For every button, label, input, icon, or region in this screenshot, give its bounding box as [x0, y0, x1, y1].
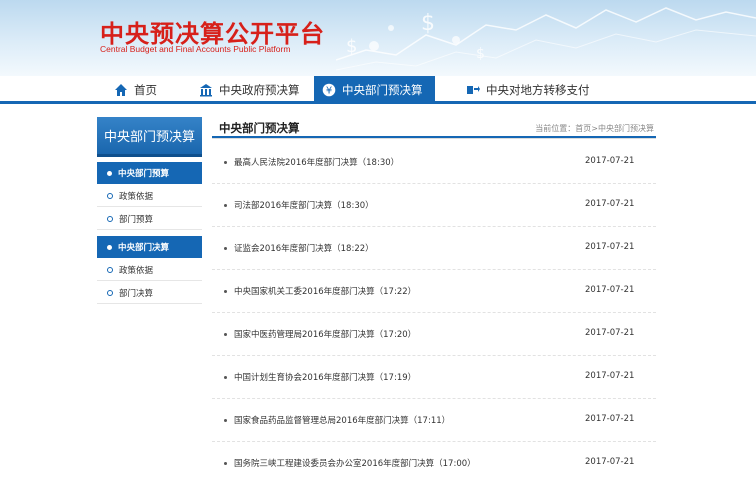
list-item-link[interactable]: 中国计划生育协会2016年度部门决算（17:19） [234, 371, 416, 383]
list-item-date: 2017-07-21 [585, 457, 635, 467]
sidebar-item-department-budget[interactable]: 部门预算 [97, 208, 202, 230]
list-item-link[interactable]: 司法部2016年度部门决算（18:30） [234, 199, 374, 211]
sidebar-group-department-final-accounts[interactable]: 中央部门决算 [97, 236, 202, 258]
bullet-icon [224, 333, 227, 336]
list-item: 证监会2016年度部门决算（18:22） 2017-07-21 [212, 227, 656, 270]
title-divider-shadow [212, 138, 656, 139]
sidebar-item-label: 政策依据 [119, 191, 154, 202]
bullet-icon [224, 247, 227, 250]
sidebar-group-label: 中央部门决算 [118, 243, 170, 253]
breadcrumb: 当前位置：首页>中央部门预决算 [535, 124, 654, 133]
list-item: 司法部2016年度部门决算（18:30） 2017-07-21 [212, 184, 656, 227]
list-item: 最高人民法院2016年度部门决算（18:30） 2017-07-21 [212, 141, 656, 184]
sidebar-item-policy-basis[interactable]: 政策依据 [97, 259, 202, 281]
sidebar-title: 中央部门预决算 [97, 117, 202, 157]
sidebar-item-policy-basis[interactable]: 政策依据 [97, 185, 202, 207]
building-icon [200, 84, 212, 97]
bullet-icon [107, 244, 112, 250]
bullet-icon [224, 462, 227, 465]
list-item: 国务院三峡工程建设委员会办公室2016年度部门决算（17:00） 2017-07… [212, 442, 656, 477]
nav-item-home[interactable]: 首页 [106, 76, 165, 104]
bullet-icon [224, 204, 227, 207]
svg-text:$: $ [421, 11, 435, 36]
bullet-icon [107, 170, 112, 176]
nav-item-label: 中央政府预决算 [219, 83, 300, 97]
list-item-date: 2017-07-21 [585, 328, 635, 338]
svg-text:$: $ [346, 36, 357, 57]
main-nav: 首页 中央政府预决算 ¥ 中央部门预决算 中央对地方转移支付 [0, 76, 756, 104]
nav-item-label: 中央对地方转移支付 [486, 83, 590, 97]
nav-item-transfer-payments[interactable]: 中央对地方转移支付 [458, 76, 598, 104]
list-item: 中央国家机关工委2016年度部门决算（17:22） 2017-07-21 [212, 270, 656, 313]
sidebar-group-department-budget[interactable]: 中央部门预算 [97, 162, 202, 184]
list-item-date: 2017-07-21 [585, 371, 635, 381]
nav-item-label: 中央部门预决算 [342, 83, 423, 97]
list-item-link[interactable]: 国务院三峡工程建设委员会办公室2016年度部门决算（17:00） [234, 457, 476, 469]
sidebar-group-label: 中央部门预算 [118, 169, 170, 179]
list-item: 国家食品药品监督管理总局2016年度部门决算（17:11） 2017-07-21 [212, 399, 656, 442]
home-icon [115, 84, 127, 96]
sidebar-item-label: 部门预算 [119, 214, 154, 225]
list-item-date: 2017-07-21 [585, 414, 635, 424]
bullet-icon [224, 161, 227, 164]
list-item-date: 2017-07-21 [585, 285, 635, 295]
circle-bullet-icon [107, 215, 113, 222]
svg-text:¥: ¥ [326, 86, 332, 97]
bullet-icon [224, 376, 227, 379]
list-item-link[interactable]: 国家食品药品监督管理总局2016年度部门决算（17:11） [234, 414, 450, 426]
list-item-link[interactable]: 证监会2016年度部门决算（18:22） [234, 242, 374, 254]
list-item: 中国计划生育协会2016年度部门决算（17:19） 2017-07-21 [212, 356, 656, 399]
site-header: $ $ $ 中央预决算公开平台 Central Budget and Final… [0, 0, 756, 76]
circle-bullet-icon [107, 289, 113, 296]
transfer-icon [467, 86, 480, 94]
page-title: 中央部门预决算 [219, 121, 300, 135]
sidebar-item-label: 部门决算 [119, 288, 154, 299]
nav-item-central-departments[interactable]: ¥ 中央部门预决算 [314, 76, 435, 104]
circle-bullet-icon [107, 192, 113, 199]
bullet-icon [224, 290, 227, 293]
list-item-link[interactable]: 最高人民法院2016年度部门决算（18:30） [234, 156, 399, 168]
svg-text:$: $ [476, 46, 485, 62]
list-item-date: 2017-07-21 [585, 199, 635, 209]
list-item-link[interactable]: 中央国家机关工委2016年度部门决算（17:22） [234, 285, 416, 297]
site-logo-subtitle: Central Budget and Final Accounts Public… [100, 44, 291, 54]
sidebar-item-label: 政策依据 [119, 265, 154, 276]
list-item-link[interactable]: 国家中医药管理局2016年度部门决算（17:20） [234, 328, 416, 340]
circle-bullet-icon [107, 266, 113, 273]
sidebar-item-department-final-accounts[interactable]: 部门决算 [97, 282, 202, 304]
nav-item-central-government[interactable]: 中央政府预决算 [191, 76, 308, 104]
list-item-date: 2017-07-21 [585, 156, 635, 166]
skyline-decoration-icon: $ $ $ [336, 7, 756, 71]
list-item-date: 2017-07-21 [585, 242, 635, 252]
bullet-icon [224, 419, 227, 422]
yuan-coin-icon: ¥ [322, 83, 336, 97]
list-item: 国家中医药管理局2016年度部门决算（17:20） 2017-07-21 [212, 313, 656, 356]
nav-item-label: 首页 [134, 83, 157, 97]
